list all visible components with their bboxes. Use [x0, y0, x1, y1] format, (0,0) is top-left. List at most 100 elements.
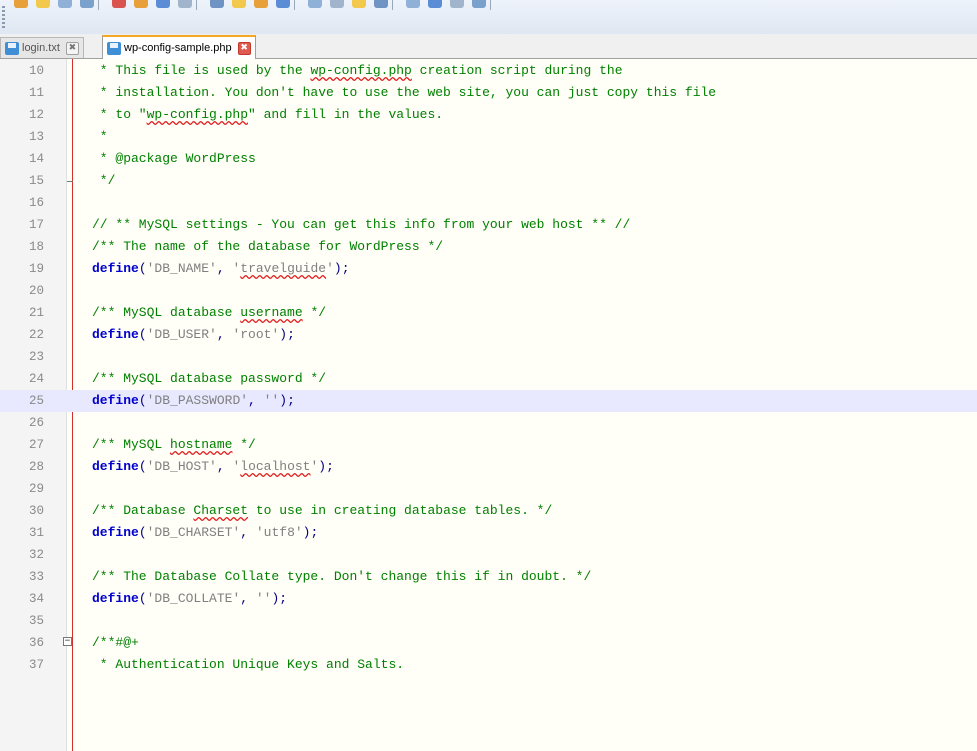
close-icon[interactable]: ✖ [65, 41, 79, 55]
code-text: /** MySQL database password */ [92, 368, 326, 390]
tab-label: login.txt [22, 42, 60, 54]
code-token: define [92, 261, 139, 276]
toolbar-button[interactable] [374, 0, 388, 8]
toolbar-separator [294, 0, 295, 10]
code-line[interactable]: 37 * Authentication Unique Keys and Salt… [0, 654, 977, 676]
toolbar-button[interactable] [428, 0, 442, 8]
toolbar-button[interactable] [156, 0, 170, 8]
toolbar-button[interactable] [80, 0, 94, 8]
code-token: * to " [92, 107, 147, 122]
tab-wp-config-sample[interactable]: wp-config-sample.php ✖ [102, 35, 256, 59]
code-token: , [240, 525, 256, 540]
code-line[interactable]: 32 [0, 544, 977, 566]
toolbar-button[interactable] [406, 0, 420, 8]
line-number: 21 [28, 306, 44, 320]
toolbar-button[interactable] [352, 0, 366, 8]
close-icon[interactable]: ✖ [237, 41, 251, 55]
line-number: 35 [28, 614, 44, 628]
code-token: /** The name of the database for WordPre… [92, 239, 444, 254]
code-line[interactable]: 10 * This file is used by the wp-config.… [0, 60, 977, 82]
tab-login-txt[interactable]: login.txt ✖ [0, 37, 84, 58]
toolbar-button[interactable] [308, 0, 322, 8]
line-number: 19 [28, 262, 44, 276]
code-line[interactable]: 19 define('DB_NAME', 'travelguide'); [0, 258, 977, 280]
code-line[interactable]: 25 define('DB_PASSWORD', ''); [0, 390, 977, 412]
code-line[interactable]: 24 /** MySQL database password */ [0, 368, 977, 390]
code-line[interactable]: 36 − /**#@+ [0, 632, 977, 654]
toolbar-button[interactable] [112, 0, 126, 8]
code-token: */ [92, 173, 116, 188]
toolbar-button[interactable] [232, 0, 246, 8]
code-line[interactable]: 28 define('DB_HOST', 'localhost'); [0, 456, 977, 478]
misspelled-token: username [240, 305, 303, 320]
toolbar-button[interactable] [450, 0, 464, 8]
code-token: ( [138, 591, 147, 606]
line-number: 12 [28, 108, 44, 122]
code-line[interactable]: 22 define('DB_USER', 'root'); [0, 324, 977, 346]
code-line[interactable]: 30 /** Database Charset to use in creatin… [0, 500, 977, 522]
code-line[interactable]: 34 define('DB_COLLATE', ''); [0, 588, 977, 610]
toolbar-button[interactable] [36, 0, 50, 8]
code-token: ( [138, 459, 147, 474]
line-number: 29 [28, 482, 44, 496]
code-token: '' [263, 393, 280, 408]
code-token: , [216, 459, 233, 474]
line-number: 14 [28, 152, 44, 166]
toolbar-button[interactable] [254, 0, 268, 8]
code-text: /** The Database Collate type. Don't cha… [92, 566, 591, 588]
code-line[interactable]: 27 /** MySQL hostname */ [0, 434, 977, 456]
toolbar-button[interactable] [472, 0, 486, 8]
save-icon [107, 41, 121, 55]
toolbar-button[interactable] [134, 0, 148, 8]
code-line[interactable]: 21 /** MySQL database username */ [0, 302, 977, 324]
code-line[interactable]: 26 [0, 412, 977, 434]
toolbar-separator [196, 0, 197, 10]
code-line[interactable]: 12 * to "wp-config.php" and fill in the … [0, 104, 977, 126]
code-token: 'DB_COLLATE' [146, 591, 241, 606]
code-token: , [240, 591, 256, 606]
code-token: * This file is used by the [92, 63, 311, 78]
toolbar-grip[interactable] [2, 6, 5, 28]
misspelled-token: Charset [193, 503, 249, 518]
line-number: 30 [28, 504, 44, 518]
code-token: ); [279, 327, 295, 342]
code-text: * [92, 126, 108, 148]
code-token: */ [232, 437, 256, 452]
code-text: define('DB_CHARSET', 'utf8'); [92, 522, 318, 544]
tab-label: wp-config-sample.php [124, 42, 232, 54]
code-line[interactable]: 13 * [0, 126, 977, 148]
toolbar-button[interactable] [276, 0, 290, 8]
code-token: /**#@+ [92, 635, 139, 650]
code-line[interactable]: 20 [0, 280, 977, 302]
code-token: ); [318, 459, 334, 474]
code-token: 'DB_HOST' [146, 459, 217, 474]
toolbar-button[interactable] [178, 0, 192, 8]
code-token: define [92, 459, 139, 474]
code-line[interactable]: 11 * installation. You don't have to use… [0, 82, 977, 104]
toolbar-button[interactable] [210, 0, 224, 8]
fold-toggle-icon[interactable]: − [63, 637, 72, 646]
code-editor[interactable]: 10 * This file is used by the wp-config.… [0, 59, 977, 751]
code-line[interactable]: 17 // ** MySQL settings - You can get thi… [0, 214, 977, 236]
toolbar-button[interactable] [58, 0, 72, 8]
code-token: ( [138, 393, 147, 408]
code-line[interactable]: 14 * @package WordPress [0, 148, 977, 170]
toolbar-button[interactable] [330, 0, 344, 8]
code-token: define [92, 591, 139, 606]
line-number: 11 [28, 86, 44, 100]
code-line[interactable]: 29 [0, 478, 977, 500]
code-line[interactable]: 18 /** The name of the database for WordP… [0, 236, 977, 258]
code-text: */ [92, 170, 116, 192]
code-text: /**#@+ [92, 632, 139, 654]
misspelled-token: localhost [240, 459, 311, 474]
toolbar-button[interactable] [14, 0, 28, 8]
code-token: creation script during the [411, 63, 623, 78]
code-token: ( [138, 261, 147, 276]
line-number: 18 [28, 240, 44, 254]
code-line[interactable]: 33 /** The Database Collate type. Don't c… [0, 566, 977, 588]
code-line[interactable]: 23 [0, 346, 977, 368]
code-line[interactable]: 16 [0, 192, 977, 214]
code-line[interactable]: 31 define('DB_CHARSET', 'utf8'); [0, 522, 977, 544]
code-line[interactable]: 35 [0, 610, 977, 632]
code-line[interactable]: 15 */ [0, 170, 977, 192]
